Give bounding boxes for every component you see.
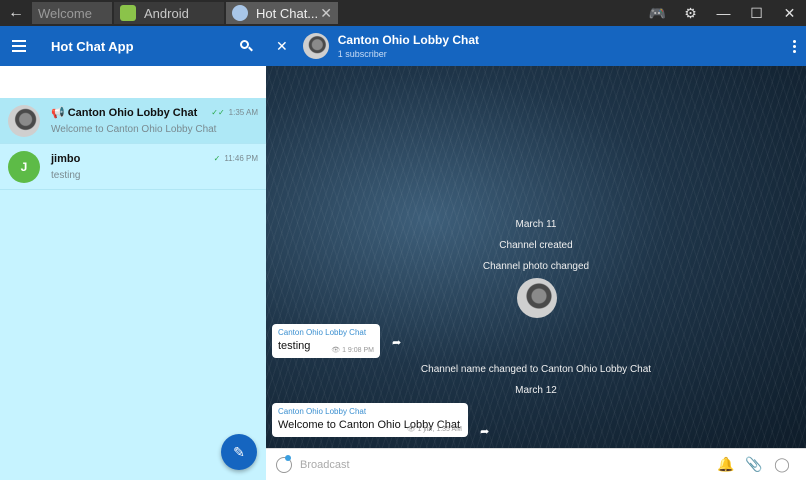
date-separator: March 12 xyxy=(515,385,557,396)
attach-icon[interactable]: 📎 xyxy=(740,456,768,473)
chat-name: jimbo xyxy=(51,152,81,165)
close-tab-icon[interactable]: ✕ xyxy=(320,5,332,22)
tab-label: Hot Chat... xyxy=(256,5,319,21)
system-message: Channel created xyxy=(499,240,573,251)
chat-list-panel: Hot Chat App 📢 Canton Ohio Lobby Chat ✓✓… xyxy=(0,26,266,480)
channel-name[interactable]: Canton Ohio Lobby Chat xyxy=(338,33,479,47)
tab-hot-chat[interactable]: Hot Chat... ✕ xyxy=(226,2,338,24)
date-separator: March 11 xyxy=(515,219,557,230)
window-controls: 🎮 ⚙ — ☐ ✕ xyxy=(641,0,806,26)
camera-icon[interactable]: ◯ xyxy=(768,456,796,473)
check-icon: ✓ xyxy=(213,154,221,163)
compose-button[interactable]: ✎ xyxy=(221,434,257,470)
maximize-icon[interactable]: ☐ xyxy=(740,0,773,26)
eye-icon: 👁 xyxy=(331,347,341,354)
close-icon[interactable]: ✕ xyxy=(276,38,288,55)
composer-bar: Broadcast 🔔 📎 ◯ xyxy=(266,448,806,480)
chat-time: 11:46 PM xyxy=(224,154,258,163)
menu-icon[interactable] xyxy=(12,40,26,52)
chat-preview: testing xyxy=(51,169,81,181)
system-message: Channel photo changed xyxy=(482,261,590,272)
pencil-icon: ✎ xyxy=(233,443,245,460)
blank-area xyxy=(0,66,266,98)
chat-item-jimbo[interactable]: J jimbo ✓ 11:46 PM testing xyxy=(0,144,266,190)
channel-header: ✕ Canton Ohio Lobby Chat 1 subscriber xyxy=(266,26,806,66)
hot-chat-icon xyxy=(232,5,248,21)
eye-icon: 👁 xyxy=(406,426,416,433)
message-author: Canton Ohio Lobby Chat xyxy=(278,407,367,416)
message-bubble[interactable]: Canton Ohio Lobby Chat Welcome to Canton… xyxy=(272,403,468,437)
double-check-icon: ✓✓ xyxy=(211,108,225,117)
conversation-panel: ✕ Canton Ohio Lobby Chat 1 subscriber Ma… xyxy=(266,26,806,480)
system-message: Channel name changed to Canton Ohio Lobb… xyxy=(420,364,652,375)
app-title: Hot Chat App xyxy=(51,38,134,54)
gamepad-icon[interactable]: 🎮 xyxy=(641,0,674,26)
message-author: Canton Ohio Lobby Chat xyxy=(278,328,367,337)
emoji-icon[interactable] xyxy=(276,454,292,473)
chat-time: 1:35 AM xyxy=(228,108,258,117)
broadcast-input[interactable]: Broadcast xyxy=(300,459,712,471)
message-bubble[interactable]: Canton Ohio Lobby Chat testing 👁 1 9:08 … xyxy=(272,324,380,358)
avatar xyxy=(8,104,40,137)
channel-photo[interactable] xyxy=(517,278,557,318)
tab-android[interactable]: Android xyxy=(114,2,224,24)
tab-label: Android xyxy=(144,5,189,21)
avatar: J xyxy=(8,150,40,183)
tab-label: Welcome xyxy=(38,5,92,21)
channel-subscribers: 1 subscriber xyxy=(337,49,387,59)
channel-avatar[interactable] xyxy=(302,33,329,59)
android-icon xyxy=(120,5,136,21)
share-icon[interactable]: ➦ xyxy=(392,336,401,349)
chat-preview: Welcome to Canton Ohio Lobby Chat xyxy=(51,124,217,135)
tab-bar: ← Welcome Android Hot Chat... ✕ 🎮 ⚙ — ☐ … xyxy=(0,0,806,26)
search-icon[interactable] xyxy=(238,38,254,54)
back-arrow-icon[interactable]: ← xyxy=(0,0,32,26)
megaphone-icon: 📢 xyxy=(51,107,65,119)
minimize-icon[interactable]: — xyxy=(707,0,740,26)
share-icon[interactable]: ➦ xyxy=(480,425,489,438)
chat-item-canton[interactable]: 📢 Canton Ohio Lobby Chat ✓✓ 1:35 AM Welco… xyxy=(0,98,266,144)
message-area: March 11 Channel created Channel photo c… xyxy=(266,66,806,448)
bell-icon[interactable]: 🔔 xyxy=(712,456,740,473)
more-options-icon[interactable] xyxy=(793,39,796,53)
chat-name: Canton Ohio Lobby Chat xyxy=(67,106,198,119)
tab-welcome[interactable]: Welcome xyxy=(32,2,112,24)
close-icon[interactable]: ✕ xyxy=(773,0,806,26)
sidebar-header: Hot Chat App xyxy=(0,26,266,66)
gear-icon[interactable]: ⚙ xyxy=(674,0,707,26)
